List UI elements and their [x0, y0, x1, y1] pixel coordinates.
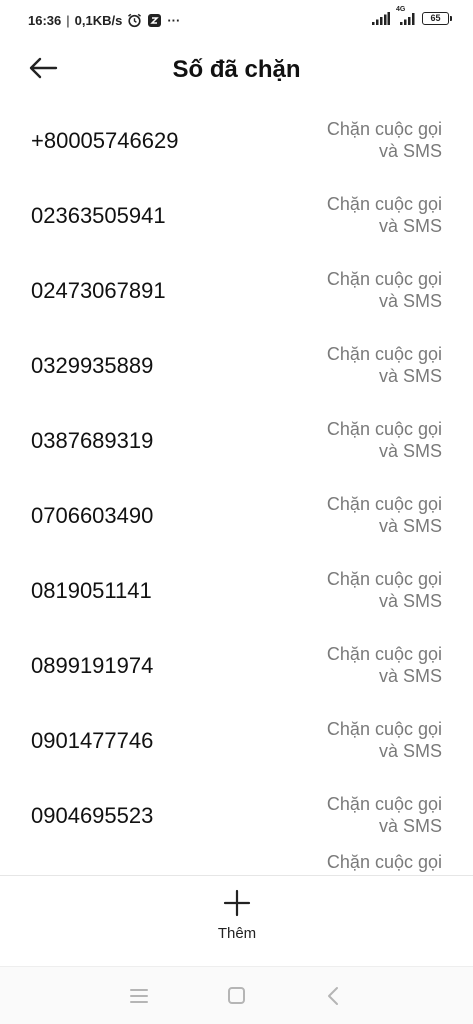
blocked-number: 0819051141 [31, 578, 152, 603]
block-mode-line2: và SMS [378, 816, 442, 836]
blocked-numbers-list[interactable]: +80005746629 Chặn cuộc gọi và SMS 023635… [0, 103, 473, 875]
blocked-number: 0706603490 [31, 503, 154, 528]
list-item[interactable]: 02473067891 Chặn cuộc gọi và SMS [0, 253, 473, 328]
signal-icon [400, 13, 415, 25]
blocked-number: 0387689319 [31, 428, 154, 453]
block-mode-line2: và SMS [378, 291, 442, 311]
block-mode-line2: và SMS [378, 741, 442, 761]
blocked-number: +80005746629 [31, 128, 179, 153]
block-mode: Chặn cuộc gọi và SMS [282, 718, 442, 762]
status-right: 4G 65 [372, 6, 452, 25]
block-mode-line1: Chặn cuộc gọi [326, 719, 442, 739]
app-notification-icon [148, 14, 162, 27]
block-mode: Chặn cuộc gọi và SMS [282, 568, 442, 612]
block-mode-line1: Chặn cuộc gọi [326, 569, 442, 589]
signal-icon [372, 12, 390, 25]
block-mode: Chặn cuộc gọi và SMS [282, 268, 442, 312]
list-item[interactable]: 0819051141 Chặn cuộc gọi và SMS [0, 553, 473, 628]
list-item[interactable]: +80005746629 Chặn cuộc gọi và SMS [0, 103, 473, 178]
alarm-clock-icon [128, 13, 142, 28]
status-speed: 0,1KB/s [74, 13, 123, 28]
block-mode-line1: Chặn cuộc gọi [326, 194, 442, 214]
blocked-number: 0899191974 [31, 653, 154, 678]
block-mode: Chặn cuộc gọi và SMS [282, 493, 442, 537]
block-mode-line2: và SMS [378, 516, 442, 536]
list-item[interactable]: 0706603490 Chặn cuộc gọi và SMS [0, 478, 473, 553]
blocked-number: 0329935889 [31, 353, 154, 378]
block-mode-line2: và SMS [378, 141, 442, 161]
add-button-label: Thêm [217, 925, 257, 942]
status-separator: | [66, 13, 70, 28]
menu-icon [130, 989, 148, 1003]
list-item[interactable]: 0904695523 Chặn cuộc gọi và SMS [0, 778, 473, 853]
page-title: Số đã chặn [172, 56, 301, 83]
block-mode: Chặn cuộc gọi và SMS [282, 118, 442, 162]
block-mode-line1: Chặn cuộc gọi [326, 494, 442, 514]
block-mode-line2: và SMS [378, 666, 442, 686]
block-mode-line1: Chặn cuộc gọi [326, 419, 442, 439]
list-item[interactable]: 0387689319 Chặn cuộc gọi và SMS [0, 403, 473, 478]
nav-menu-button[interactable] [124, 983, 154, 1009]
block-mode: Chặn cuộc gọi và SMS [282, 418, 442, 462]
block-mode: Chặn cuộc gọi [282, 851, 442, 873]
block-mode-line1: Chặn cuộc gọi [326, 852, 442, 872]
nav-back-button[interactable] [318, 983, 348, 1009]
plus-icon [223, 889, 251, 917]
system-nav-bar [0, 967, 473, 1024]
home-square-icon [228, 987, 245, 1004]
list-item-partial[interactable]: Chặn cuộc gọi [0, 851, 473, 875]
header: Số đã chặn [0, 40, 473, 100]
nav-home-button[interactable] [221, 983, 251, 1009]
block-mode: Chặn cuộc gọi và SMS [282, 643, 442, 687]
signal-4g-group: 4G [396, 6, 416, 25]
battery-level: 65 [430, 13, 441, 23]
battery-icon: 65 [422, 12, 452, 25]
block-mode: Chặn cuộc gọi và SMS [282, 193, 442, 237]
add-button[interactable]: Thêm [196, 888, 278, 956]
list-item[interactable]: 0329935889 Chặn cuộc gọi và SMS [0, 328, 473, 403]
block-mode-line2: và SMS [378, 366, 442, 386]
footer-actions: Thêm [0, 876, 473, 966]
list-item[interactable]: 02363505941 Chặn cuộc gọi và SMS [0, 178, 473, 253]
blocked-number: 0901477746 [31, 728, 154, 753]
block-mode-line1: Chặn cuộc gọi [326, 119, 442, 139]
blocked-number: 02363505941 [31, 203, 166, 228]
block-mode-line1: Chặn cuộc gọi [326, 344, 442, 364]
block-mode-line1: Chặn cuộc gọi [326, 794, 442, 814]
blocked-number: 0904695523 [31, 803, 154, 828]
block-mode: Chặn cuộc gọi và SMS [282, 793, 442, 837]
more-notifications: ··· [167, 13, 181, 28]
chevron-left-icon [328, 987, 338, 1005]
status-left: 16:36 | 0,1KB/s ··· [28, 13, 180, 28]
list-item[interactable]: 0899191974 Chặn cuộc gọi và SMS [0, 628, 473, 703]
block-mode-line2: và SMS [378, 216, 442, 236]
block-mode-line2: và SMS [378, 591, 442, 611]
status-time: 16:36 [28, 13, 62, 28]
list-item[interactable]: 0901477746 Chặn cuộc gọi và SMS [0, 703, 473, 778]
status-bar: 16:36 | 0,1KB/s ··· 4G 65 [0, 0, 473, 40]
block-mode-line1: Chặn cuộc gọi [326, 269, 442, 289]
block-mode: Chặn cuộc gọi và SMS [282, 343, 442, 387]
block-mode-line1: Chặn cuộc gọi [326, 644, 442, 664]
block-mode-line2: và SMS [378, 441, 442, 461]
blocked-number: 02473067891 [31, 278, 166, 303]
